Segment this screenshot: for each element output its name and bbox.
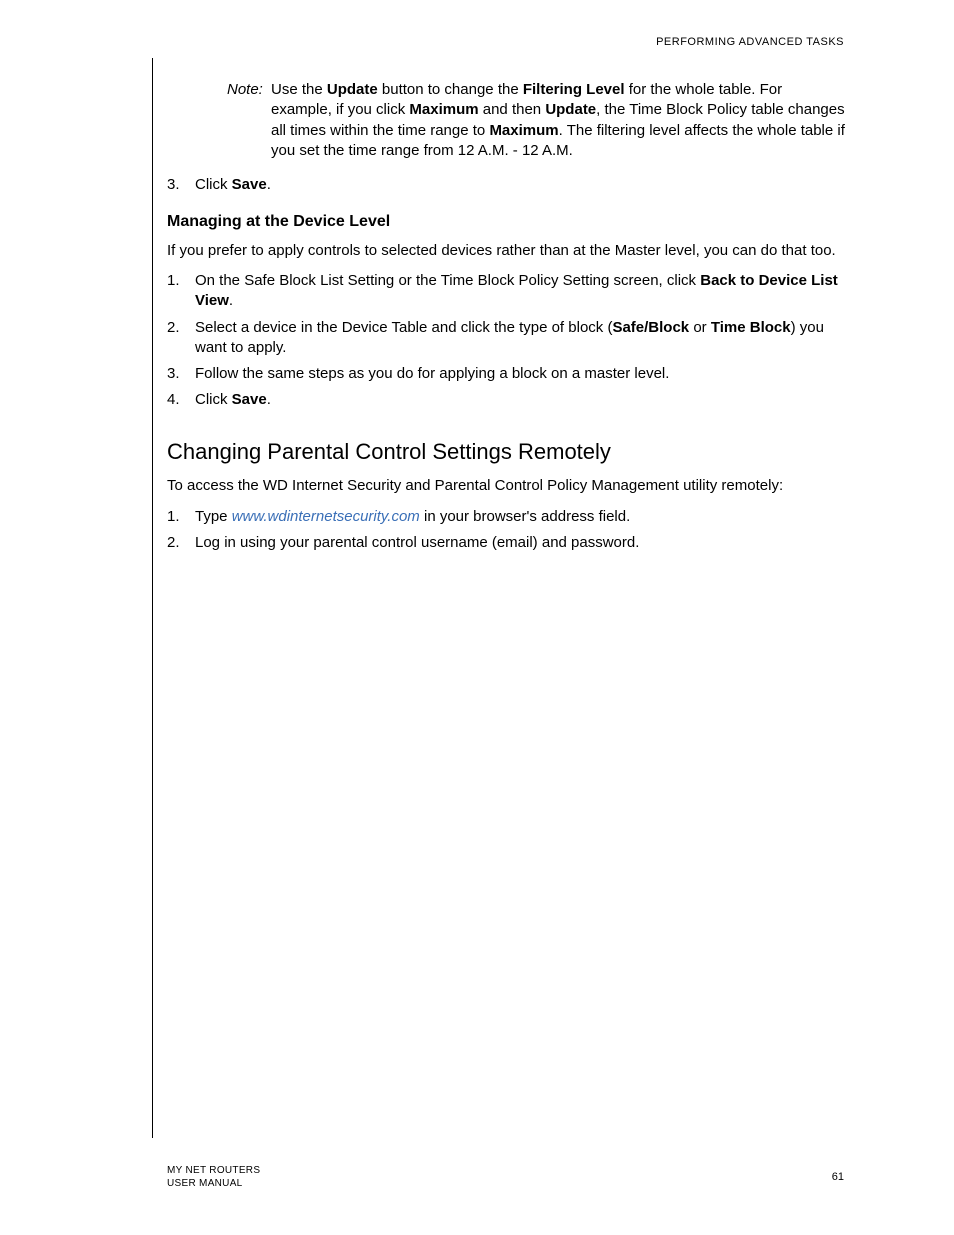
footer-subtitle: USER MANUAL [167, 1177, 260, 1190]
text: Click [195, 176, 232, 193]
note-text: and then [479, 101, 546, 118]
list-item: 3. Follow the same steps as you do for a… [167, 364, 847, 384]
list-item: 3. Click Save. [167, 175, 847, 195]
note-text: button to change the [378, 81, 523, 98]
footer-left: MY NET ROUTERS USER MANUAL [167, 1164, 260, 1190]
page-number: 61 [832, 1171, 844, 1183]
list-item: 4. Click Save. [167, 390, 847, 410]
step-text: Click Save. [195, 390, 847, 410]
heading-changing-parental-control: Changing Parental Control Settings Remot… [167, 437, 847, 467]
step-text: On the Safe Block List Setting or the Ti… [195, 271, 847, 312]
bold-save: Save [232, 391, 267, 408]
step-number: 3. [167, 364, 195, 384]
text: On the Safe Block List Setting or the Ti… [195, 272, 700, 289]
step-number: 1. [167, 507, 195, 527]
step-text: Type www.wdinternetsecurity.com in your … [195, 507, 847, 527]
step-number: 3. [167, 175, 195, 195]
note-text: Use the [271, 81, 327, 98]
list-item: 2. Log in using your parental control us… [167, 533, 847, 553]
text: Select a device in the Device Table and … [195, 319, 612, 336]
note-bold-update-2: Update [545, 101, 596, 118]
paragraph: To access the WD Internet Security and P… [167, 476, 847, 496]
list-item: 1. On the Safe Block List Setting or the… [167, 271, 847, 312]
footer-title: MY NET ROUTERS [167, 1164, 260, 1177]
device-steps-list: 1. On the Safe Block List Setting or the… [167, 271, 847, 411]
text: . [229, 292, 233, 309]
text: in your browser's address field. [420, 508, 630, 525]
bold-save: Save [232, 176, 267, 193]
step-text: Follow the same steps as you do for appl… [195, 364, 847, 384]
text: Type [195, 508, 232, 525]
bold-time-block: Time Block [711, 319, 791, 336]
list-item: 1. Type www.wdinternetsecurity.com in yo… [167, 507, 847, 527]
step-text: Click Save. [195, 175, 847, 195]
remote-steps-list: 1. Type www.wdinternetsecurity.com in yo… [167, 507, 847, 554]
page-content: Note: Use the Update button to change th… [167, 80, 847, 569]
step-text: Select a device in the Device Table and … [195, 318, 847, 359]
text: . [267, 391, 271, 408]
step-number: 1. [167, 271, 195, 312]
note-label: Note: [227, 80, 271, 161]
note-bold-filtering-level: Filtering Level [523, 81, 625, 98]
text: . [267, 176, 271, 193]
text: Click [195, 391, 232, 408]
link-wdinternetsecurity[interactable]: www.wdinternetsecurity.com [232, 508, 420, 525]
note-bold-maximum-2: Maximum [489, 122, 558, 139]
note-block: Note: Use the Update button to change th… [227, 80, 847, 161]
paragraph: If you prefer to apply controls to selec… [167, 241, 847, 261]
section-header: PERFORMING ADVANCED TASKS [656, 36, 844, 48]
margin-rule [152, 58, 153, 1138]
bold-safe-block: Safe/Block [612, 319, 689, 336]
note-bold-update: Update [327, 81, 378, 98]
text: or [689, 319, 711, 336]
heading-managing-device-level: Managing at the Device Level [167, 211, 847, 233]
step-number: 2. [167, 533, 195, 553]
note-body: Use the Update button to change the Filt… [271, 80, 847, 161]
note-bold-maximum: Maximum [409, 101, 478, 118]
step-number: 2. [167, 318, 195, 359]
top-step-list: 3. Click Save. [167, 175, 847, 195]
step-number: 4. [167, 390, 195, 410]
list-item: 2. Select a device in the Device Table a… [167, 318, 847, 359]
step-text: Log in using your parental control usern… [195, 533, 847, 553]
